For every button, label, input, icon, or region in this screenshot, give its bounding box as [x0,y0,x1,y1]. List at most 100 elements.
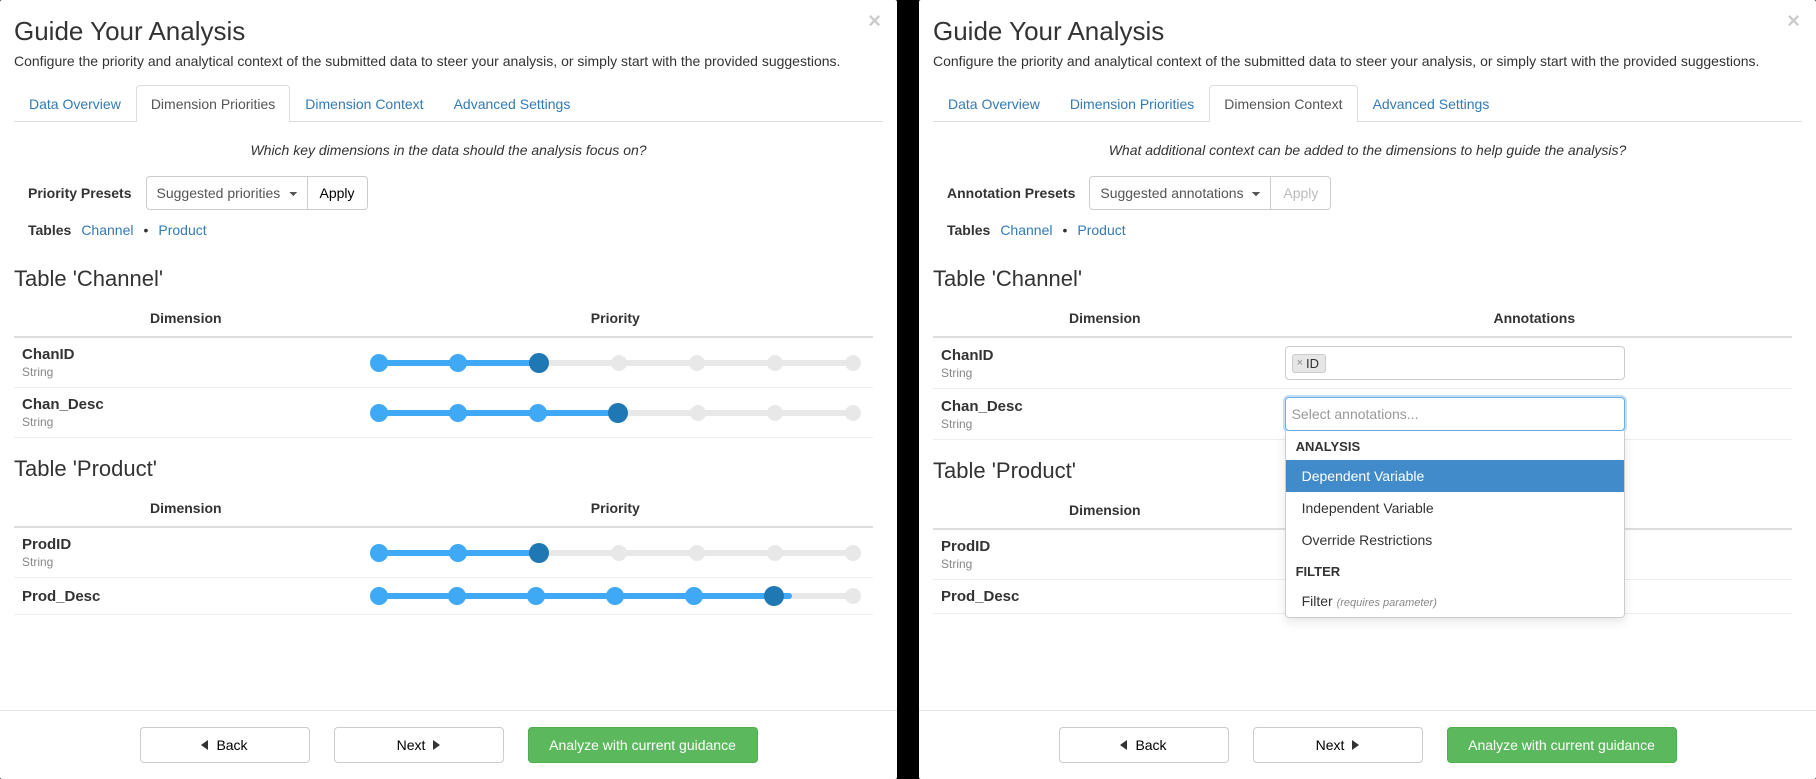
slider-tick[interactable] [529,404,547,422]
dimension-type: String [22,365,350,379]
slider-tick[interactable] [845,405,861,421]
dimension-name: Prod_Desc [22,588,350,605]
slider-tick[interactable] [689,355,705,371]
tab-data-overview[interactable]: Data Overview [14,85,136,122]
dimension-type: String [22,555,350,569]
apply-button[interactable]: Apply [1271,176,1331,210]
preset-label: Annotation Presets [947,185,1075,201]
table-row: Chan_DescStringSelect annotations...ANAL… [933,389,1792,440]
tab-bar: Data Overview Dimension Priorities Dimen… [14,85,883,122]
column-header: Dimension [933,492,1277,529]
remove-tag-icon[interactable]: × [1297,357,1303,369]
preset-select[interactable]: Suggested priorities [146,176,308,210]
slider-tick[interactable] [767,355,783,371]
table-row: ProdIDString [14,527,873,578]
tab-prompt: What additional context can be added to … [933,142,1802,158]
annotation-input[interactable]: ×ID [1285,346,1625,380]
back-button[interactable]: Back [140,727,310,763]
close-icon[interactable]: × [1787,10,1800,32]
slider-tick[interactable] [689,545,705,561]
slider-tick[interactable] [448,587,466,605]
slider-tick[interactable] [527,587,545,605]
placeholder-text: Select annotations... [1292,406,1419,422]
slider-handle[interactable] [529,543,549,563]
dropdown-item[interactable]: Override Restrictions [1286,524,1624,556]
dropdown-group-label: FILTER [1286,556,1624,585]
slider-tick[interactable] [449,354,467,372]
context-scroll[interactable]: Table 'Channel'DimensionAnnotationsChanI… [933,248,1802,710]
dropdown-item-hint: (requires parameter) [1337,597,1437,609]
table-link-product[interactable]: Product [1077,222,1125,238]
tab-advanced-settings[interactable]: Advanced Settings [439,85,586,122]
next-button[interactable]: Next [1253,727,1423,763]
slider-tick[interactable] [370,404,388,422]
dimension-name: Prod_Desc [941,588,1269,605]
tab-dimension-context[interactable]: Dimension Context [1209,85,1357,122]
apply-button[interactable]: Apply [308,176,368,210]
annotation-dropdown[interactable]: ANALYSISDependent Variable Independent V… [1285,431,1625,618]
dimension-name: Chan_Desc [22,396,350,413]
page-title: Guide Your Analysis [14,16,883,47]
next-button[interactable]: Next [334,727,504,763]
slider-tick[interactable] [845,355,861,371]
dimension-name: ChanID [22,346,350,363]
tables-label: Tables [28,222,71,238]
slider-tick[interactable] [690,405,706,421]
dropdown-group-label: ANALYSIS [1286,431,1624,460]
dimension-type: String [941,417,1269,431]
slider-tick[interactable] [449,544,467,562]
tables-label: Tables [947,222,990,238]
slider-handle[interactable] [529,353,549,373]
dropdown-item[interactable]: Filter (requires parameter) [1286,585,1624,617]
slider-tick[interactable] [845,545,861,561]
priority-slider[interactable] [366,586,865,606]
column-header: Annotations [1277,300,1792,337]
chevron-right-icon [1352,740,1359,750]
tab-data-overview[interactable]: Data Overview [933,85,1055,122]
priority-slider[interactable] [366,403,865,423]
back-button[interactable]: Back [1059,727,1229,763]
slider-handle[interactable] [608,403,628,423]
tab-dimension-priorities[interactable]: Dimension Priorities [1055,85,1209,122]
tab-dimension-priorities[interactable]: Dimension Priorities [136,85,290,122]
chevron-left-icon [201,740,208,750]
slider-tick[interactable] [767,545,783,561]
dimension-name: ChanID [941,347,1269,364]
slider-tick[interactable] [611,545,627,561]
slider-tick[interactable] [767,405,783,421]
analyze-button[interactable]: Analyze with current guidance [1447,727,1677,763]
close-icon[interactable]: × [868,10,881,32]
slider-tick[interactable] [845,588,861,604]
slider-tick[interactable] [370,587,388,605]
slider-tick[interactable] [606,587,624,605]
slider-tick[interactable] [449,404,467,422]
table-row: Chan_Desc String [14,388,873,438]
slider-handle[interactable] [764,586,784,606]
tab-advanced-settings[interactable]: Advanced Settings [1358,85,1505,122]
column-header: Dimension [933,300,1277,337]
column-header: Dimension [14,300,358,337]
dropdown-item[interactable]: Independent Variable [1286,492,1624,524]
table-row: Prod_Desc [14,578,873,615]
dimension-type: String [941,557,1269,571]
annotation-input[interactable]: Select annotations... [1285,397,1625,431]
annotation-tag[interactable]: ×ID [1292,354,1326,373]
priority-slider[interactable] [366,353,865,373]
table-link-channel[interactable]: Channel [81,222,133,238]
dropdown-item[interactable]: Dependent Variable [1286,460,1624,492]
tab-dimension-context[interactable]: Dimension Context [290,85,438,122]
analyze-button[interactable]: Analyze with current guidance [528,727,758,763]
slider-tick[interactable] [370,354,388,372]
table-link-product[interactable]: Product [158,222,206,238]
table-section-title: Table 'Channel' [933,266,1792,292]
priority-slider[interactable] [366,543,865,563]
slider-tick[interactable] [685,587,703,605]
slider-tick[interactable] [611,355,627,371]
priority-scroll[interactable]: Table 'Channel'DimensionPriorityChanIDSt… [14,248,883,710]
column-header: Dimension [14,490,358,527]
preset-select[interactable]: Suggested annotations [1089,176,1271,210]
slider-tick[interactable] [370,544,388,562]
column-header: Priority [358,490,873,527]
dimension-type: String [22,415,350,429]
table-link-channel[interactable]: Channel [1000,222,1052,238]
